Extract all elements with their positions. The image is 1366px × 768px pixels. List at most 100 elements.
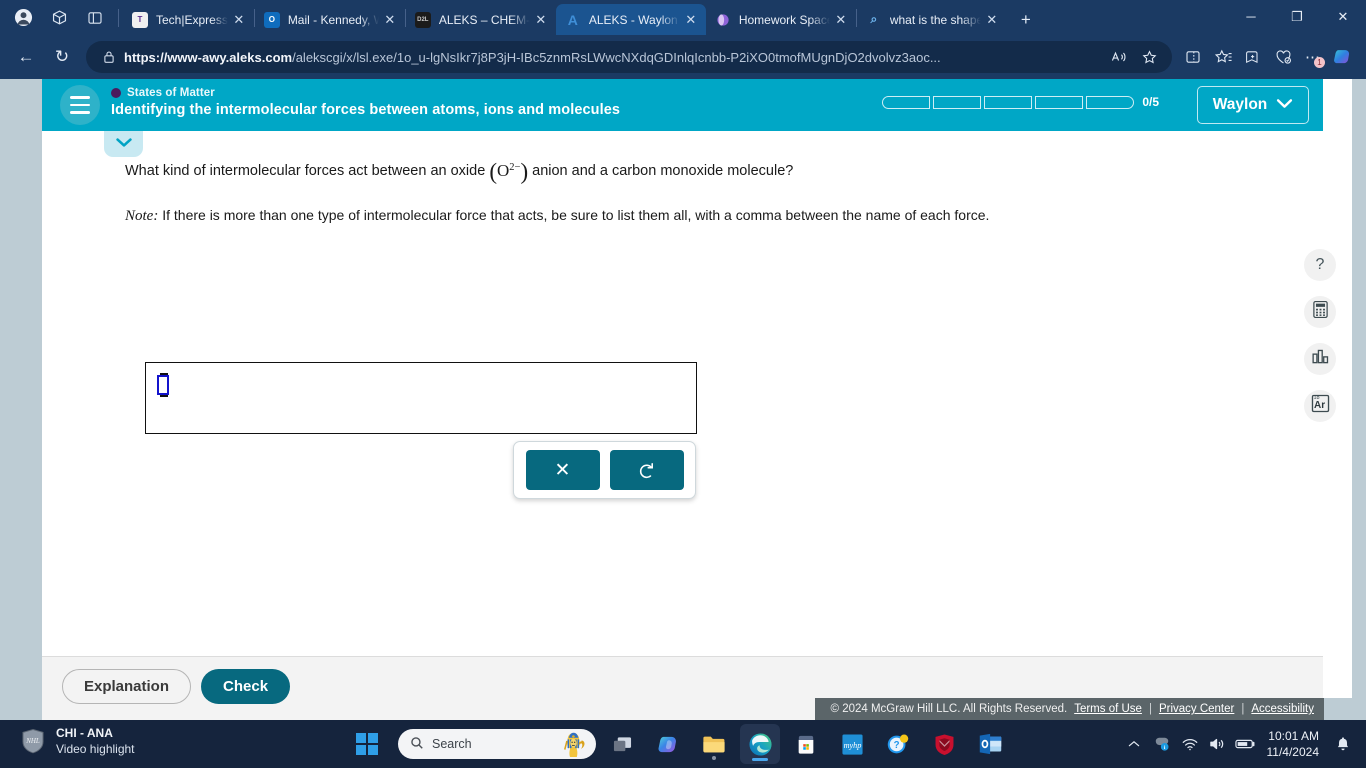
show-hidden-icons[interactable] bbox=[1121, 729, 1147, 759]
chevron-down-icon bbox=[115, 135, 133, 153]
bell-icon[interactable] bbox=[1330, 729, 1356, 759]
copyright-text: © 2024 McGraw Hill LLC. All Rights Reser… bbox=[830, 703, 1068, 715]
tab-title: ALEKS – CHEM-1110 bbox=[438, 12, 530, 27]
clock[interactable]: 10:01 AM 11/4/2024 bbox=[1267, 728, 1320, 760]
clock-time: 10:01 AM bbox=[1268, 728, 1319, 743]
formula-symbol: O bbox=[496, 161, 510, 180]
tab-strip-left-icons bbox=[0, 0, 123, 35]
file-explorer-icon[interactable] bbox=[694, 724, 734, 764]
note-label: Note: bbox=[125, 207, 159, 224]
collapse-question-button[interactable] bbox=[104, 131, 143, 157]
clear-button[interactable]: ✕ bbox=[525, 450, 600, 490]
browser-tab-search-query[interactable]: ⌕ what is the shape of ✕ bbox=[857, 4, 1007, 35]
close-window-button[interactable]: ✕ bbox=[1320, 0, 1366, 33]
windows-taskbar: NHL CHI - ANA Video highlight Search myh… bbox=[0, 720, 1366, 768]
mcafee-icon[interactable] bbox=[924, 724, 964, 764]
add-favorite-icon[interactable] bbox=[1134, 43, 1164, 71]
paren-open: ( bbox=[489, 159, 497, 184]
note-text: If there is more than one type of interm… bbox=[162, 206, 990, 223]
address-bar[interactable]: https://www-awy.aleks.com/alekscgi/x/lsl… bbox=[86, 41, 1172, 73]
page-card: States of Matter Identifying the intermo… bbox=[14, 79, 1352, 720]
undo-button[interactable] bbox=[609, 450, 684, 490]
browser-tab-aleks-chem[interactable]: D2L ALEKS – CHEM-1110 ✕ bbox=[406, 4, 556, 35]
close-icon[interactable]: ✕ bbox=[228, 9, 250, 31]
pharaoh-illustration bbox=[556, 730, 592, 758]
back-button[interactable]: ← bbox=[8, 41, 44, 73]
help-icon[interactable]: ? bbox=[878, 724, 918, 764]
privacy-center-link[interactable]: Privacy Center bbox=[1159, 703, 1234, 715]
help-tool[interactable]: ? bbox=[1304, 249, 1336, 281]
user-menu-button[interactable]: Waylon bbox=[1197, 86, 1309, 124]
calculator-icon bbox=[1312, 300, 1329, 324]
question-lead: What kind of intermolecular forces act b… bbox=[125, 163, 486, 179]
paren-close: ) bbox=[520, 159, 529, 184]
tab-strip: T Tech|Express ✕ O Mail - Kennedy, Way ✕… bbox=[0, 0, 1366, 35]
close-icon[interactable]: ✕ bbox=[530, 9, 552, 31]
close-icon[interactable]: ✕ bbox=[680, 9, 702, 31]
question-tail: anion and a carbon monoxide molecule? bbox=[532, 163, 794, 179]
collections-icon[interactable] bbox=[1238, 43, 1268, 71]
calculator-tool[interactable] bbox=[1304, 296, 1336, 328]
clock-date: 11/4/2024 bbox=[1266, 745, 1320, 759]
progress-segment bbox=[984, 95, 1033, 109]
collections-icon[interactable] bbox=[42, 3, 76, 33]
browser-tab-techexpress[interactable]: T Tech|Express ✕ bbox=[123, 4, 254, 35]
start-button[interactable] bbox=[356, 733, 378, 755]
microsoft-store-icon[interactable] bbox=[786, 724, 826, 764]
data-chart-tool[interactable] bbox=[1304, 343, 1336, 375]
navigation-bar: ← ↻ https://www-awy.aleks.com/alekscgi/x… bbox=[0, 35, 1366, 79]
browser-tab-mail[interactable]: O Mail - Kennedy, Way ✕ bbox=[255, 4, 405, 35]
svg-text:?: ? bbox=[894, 740, 900, 751]
maximize-button[interactable]: ❐ bbox=[1274, 0, 1320, 33]
browser-tab-homework-space[interactable]: Homework Space - S ✕ bbox=[706, 4, 856, 35]
mcafee-tray-icon[interactable]: i bbox=[1149, 729, 1175, 759]
wifi-icon[interactable] bbox=[1177, 729, 1203, 759]
search-input[interactable]: Search bbox=[398, 729, 596, 759]
close-icon[interactable]: ✕ bbox=[830, 9, 852, 31]
minimize-button[interactable]: ─ bbox=[1228, 0, 1274, 33]
browser-essentials-icon[interactable] bbox=[1268, 43, 1298, 71]
page-title: Identifying the intermolecular forces be… bbox=[111, 102, 621, 118]
accessibility-link[interactable]: Accessibility bbox=[1251, 703, 1314, 715]
outlook-icon[interactable] bbox=[970, 724, 1010, 764]
browser-tab-aleks-waylon[interactable]: A ALEKS - Waylon Kenn ✕ bbox=[555, 4, 706, 35]
close-icon[interactable]: ✕ bbox=[379, 9, 401, 31]
battery-icon[interactable] bbox=[1233, 729, 1259, 759]
tab-title: Homework Space - S bbox=[738, 12, 830, 27]
action-buttons: Explanation Check bbox=[62, 669, 291, 704]
text-cursor-icon bbox=[157, 373, 169, 397]
outlook-favicon: O bbox=[263, 11, 280, 28]
question-text: What kind of intermolecular forces act b… bbox=[42, 157, 1323, 187]
hamburger-menu-icon[interactable] bbox=[60, 85, 100, 125]
new-tab-button[interactable]: + bbox=[1011, 5, 1041, 35]
refresh-button[interactable]: ↻ bbox=[44, 41, 80, 73]
check-button[interactable]: Check bbox=[201, 669, 291, 704]
browser-toolbar-icons: ⋯ 1 bbox=[1178, 43, 1358, 71]
volume-icon[interactable] bbox=[1205, 729, 1231, 759]
favorites-icon[interactable] bbox=[1208, 43, 1238, 71]
question-area: What kind of intermolecular forces act b… bbox=[42, 157, 1323, 225]
myhp-icon[interactable]: myhp bbox=[832, 724, 872, 764]
copilot-icon[interactable] bbox=[1328, 43, 1358, 71]
profile-icon[interactable] bbox=[6, 3, 40, 33]
read-aloud-icon[interactable] bbox=[1104, 43, 1134, 71]
split-screen-icon[interactable] bbox=[1178, 43, 1208, 71]
explanation-button[interactable]: Explanation bbox=[62, 669, 192, 704]
news-widget[interactable]: NHL CHI - ANA Video highlight bbox=[20, 725, 135, 757]
edge-icon[interactable] bbox=[740, 724, 780, 764]
split-screen-icon[interactable] bbox=[78, 3, 112, 33]
periodic-table-icon: 18 Ar bbox=[1310, 393, 1331, 419]
search-placeholder: Search bbox=[432, 737, 472, 751]
progress-segments bbox=[882, 95, 1135, 109]
answer-input[interactable] bbox=[145, 362, 697, 434]
user-name: Waylon bbox=[1212, 96, 1268, 113]
copilot-icon[interactable] bbox=[648, 724, 688, 764]
terms-of-use-link[interactable]: Terms of Use bbox=[1074, 703, 1142, 715]
question-note: Note: If there is more than one type of … bbox=[42, 207, 1323, 225]
settings-more-icon[interactable]: ⋯ 1 bbox=[1298, 43, 1328, 71]
close-icon[interactable]: ✕ bbox=[981, 9, 1003, 31]
topic-dot-icon bbox=[111, 88, 121, 98]
task-view-icon[interactable] bbox=[602, 724, 642, 764]
update-badge: 1 bbox=[1314, 57, 1325, 68]
periodic-table-tool[interactable]: 18 Ar bbox=[1304, 390, 1336, 422]
